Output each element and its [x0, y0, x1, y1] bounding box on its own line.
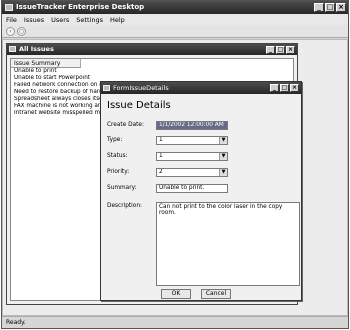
status-bar: Ready. [2, 316, 348, 328]
summary-label: Summary: [107, 185, 137, 191]
description-field[interactable]: Can not print to the color laser in the … [156, 202, 300, 286]
chevron-down-icon[interactable]: ▼ [219, 137, 227, 144]
back-icon[interactable]: ‹ [6, 27, 15, 36]
child-window-controls: _ □ × [266, 46, 295, 54]
close-button[interactable]: × [336, 3, 346, 12]
maximize-button[interactable]: □ [325, 3, 335, 12]
list-item[interactable]: Unable to print [11, 68, 293, 75]
menu-issues[interactable]: Issues [24, 16, 44, 24]
priority-select[interactable]: 2 ▼ [156, 168, 228, 177]
create-date-field[interactable]: 1/1/2002 12:00:00 AM [156, 121, 228, 130]
window-controls: _ □ × [314, 3, 346, 12]
issue-details-dialog: FormIssueDetails _ □ × Issue Details Cre… [100, 81, 302, 301]
ok-button[interactable]: OK [161, 289, 191, 299]
minimize-button[interactable]: _ [266, 46, 275, 54]
dialog-window-controls: _ □ × [270, 84, 299, 92]
app-icon [5, 4, 13, 11]
summary-field[interactable]: Unable to print. [156, 184, 228, 193]
app-titlebar: IssueTracker Enterprise Desktop _ □ × [2, 1, 348, 14]
status-value: 1 [159, 153, 163, 159]
cancel-button[interactable]: Cancel [201, 289, 231, 299]
summary-value: Unable to print. [159, 185, 205, 191]
create-date-value: 1/1/2002 12:00:00 AM [159, 122, 224, 128]
dialog-title: FormIssueDetails [113, 84, 169, 92]
menu-users[interactable]: Users [51, 16, 69, 24]
menu-settings[interactable]: Settings [76, 16, 103, 24]
chevron-down-icon[interactable]: ▼ [219, 153, 227, 160]
app-title: IssueTracker Enterprise Desktop [16, 3, 145, 11]
all-issues-title: All Issues [19, 45, 54, 53]
refresh-icon[interactable]: ○ [17, 27, 26, 36]
window-icon [9, 46, 16, 52]
chevron-down-icon[interactable]: ▼ [219, 169, 227, 176]
create-date-label: Create Date: [107, 122, 144, 128]
menu-file[interactable]: File [6, 16, 17, 24]
app-window: IssueTracker Enterprise Desktop _ □ × Fi… [1, 0, 349, 329]
column-header-issue-summary[interactable]: Issue Summary [11, 59, 81, 68]
menu-help[interactable]: Help [110, 16, 125, 24]
priority-label: Priority: [107, 169, 130, 175]
status-select[interactable]: 1 ▼ [156, 152, 228, 161]
type-select[interactable]: 1 ▼ [156, 136, 228, 145]
toolbar: ‹ ○ [2, 25, 348, 38]
minimize-button[interactable]: _ [270, 84, 279, 92]
maximize-button[interactable]: □ [280, 84, 289, 92]
window-icon [103, 85, 110, 91]
priority-value: 2 [159, 169, 163, 175]
close-button[interactable]: × [286, 46, 295, 54]
all-issues-titlebar[interactable]: All Issues _ □ × [7, 44, 297, 55]
type-value: 1 [159, 137, 163, 143]
dialog-titlebar[interactable]: FormIssueDetails _ □ × [101, 82, 301, 94]
status-label: Status: [107, 153, 128, 159]
dialog-heading: Issue Details [107, 100, 171, 111]
type-label: Type: [107, 137, 123, 143]
menubar: File Issues Users Settings Help [2, 14, 348, 25]
description-label: Description: [107, 203, 142, 209]
minimize-button[interactable]: _ [314, 3, 324, 12]
maximize-button[interactable]: □ [276, 46, 285, 54]
close-button[interactable]: × [290, 84, 299, 92]
